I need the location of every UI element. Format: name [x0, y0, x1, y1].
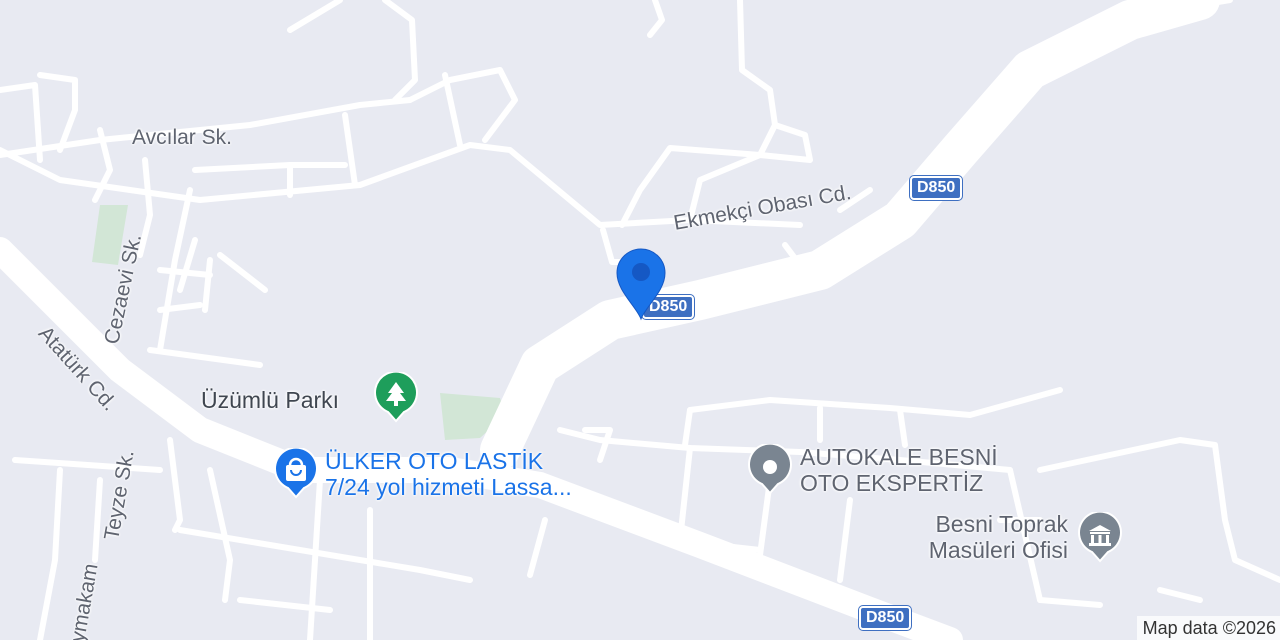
- tree-icon[interactable]: [373, 372, 419, 424]
- route-shield-d850: D850: [859, 606, 912, 630]
- place-icon[interactable]: [747, 444, 793, 496]
- shopping-bag-icon[interactable]: [273, 448, 319, 500]
- map-attribution: Map data ©2026: [1136, 616, 1280, 640]
- street-label-avcilar: Avcılar Sk.: [132, 126, 232, 149]
- poi-label[interactable]: AUTOKALE BESNİ OTO EKSPERTİZ: [800, 444, 998, 496]
- route-shield-d850: D850: [910, 176, 963, 200]
- poi-label[interactable]: Üzümlü Parkı: [201, 387, 339, 413]
- map-canvas[interactable]: Avcılar Sk. Ekmekçi Obası Cd. Cezaevi Sk…: [0, 0, 1280, 640]
- poi-label[interactable]: Besni Toprak Masüleri Ofisi: [929, 511, 1068, 563]
- location-pin-icon[interactable]: [614, 246, 668, 322]
- poi-label[interactable]: ÜLKER OTO LASTİK 7/24 yol hizmeti Lassa.…: [325, 448, 572, 500]
- government-building-icon[interactable]: [1077, 512, 1123, 564]
